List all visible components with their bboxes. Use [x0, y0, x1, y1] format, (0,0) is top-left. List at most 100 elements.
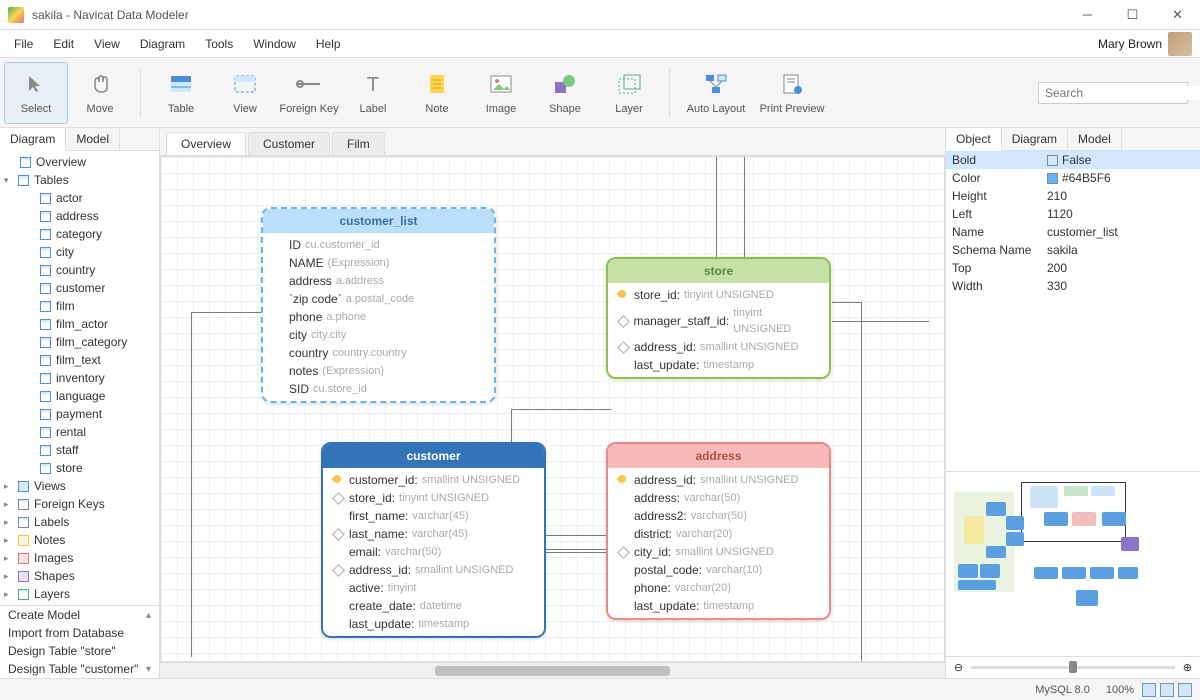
- column-row[interactable]: last_update:timestamp: [608, 356, 829, 374]
- entity-address[interactable]: address address_id:smallint UNSIGNEDaddr…: [606, 442, 831, 620]
- prop-name[interactable]: Namecustomer_list: [946, 223, 1200, 241]
- canvas-tab-customer[interactable]: Customer: [248, 132, 330, 155]
- action-import-db[interactable]: Import from Database: [0, 624, 159, 642]
- column-row[interactable]: NAME(Expression): [263, 254, 494, 272]
- column-row[interactable]: notes(Expression): [263, 362, 494, 380]
- action-design-store[interactable]: Design Table "store": [0, 642, 159, 660]
- prop-color[interactable]: Color#64B5F6: [946, 169, 1200, 187]
- tree-group-shapes[interactable]: ▸Shapes: [0, 567, 159, 585]
- tree-table-language[interactable]: language: [0, 387, 159, 405]
- prop-width[interactable]: Width330: [946, 277, 1200, 295]
- column-row[interactable]: phone:varchar(20): [608, 579, 829, 597]
- tool-shape[interactable]: Shape: [533, 62, 597, 124]
- layout-icon-1[interactable]: [1142, 683, 1156, 697]
- tree-table-address[interactable]: address: [0, 207, 159, 225]
- prop-left[interactable]: Left1120: [946, 205, 1200, 223]
- color-swatch[interactable]: [1047, 173, 1058, 184]
- canvas[interactable]: customer_list IDcu.customer_idNAME(Expre…: [160, 156, 945, 662]
- tree-table-actor[interactable]: actor: [0, 189, 159, 207]
- tool-fk[interactable]: Foreign Key: [277, 62, 341, 124]
- right-tab-diagram[interactable]: Diagram: [1002, 128, 1068, 150]
- column-row[interactable]: store_id:tinyint UNSIGNED: [323, 489, 544, 507]
- left-tab-model[interactable]: Model: [66, 128, 120, 150]
- column-row[interactable]: IDcu.customer_id: [263, 236, 494, 254]
- tree[interactable]: Overview ▾Tables actoraddresscategorycit…: [0, 151, 159, 605]
- canvas-tab-film[interactable]: Film: [332, 132, 385, 155]
- tree-tables[interactable]: ▾Tables: [0, 171, 159, 189]
- prop-bold[interactable]: BoldFalse: [946, 151, 1200, 169]
- right-tab-model[interactable]: Model: [1068, 128, 1122, 150]
- column-row[interactable]: city_id:smallint UNSIGNED: [608, 543, 829, 561]
- tree-group-images[interactable]: ▸Images: [0, 549, 159, 567]
- close-button[interactable]: ✕: [1155, 0, 1200, 30]
- column-row[interactable]: postal_code:varchar(10): [608, 561, 829, 579]
- entity-customer-list[interactable]: customer_list IDcu.customer_idNAME(Expre…: [261, 207, 496, 403]
- menu-edit[interactable]: Edit: [43, 33, 84, 55]
- menu-diagram[interactable]: Diagram: [130, 33, 195, 55]
- menu-help[interactable]: Help: [306, 33, 351, 55]
- column-row[interactable]: district:varchar(20): [608, 525, 829, 543]
- tree-overview[interactable]: Overview: [0, 153, 159, 171]
- tool-select[interactable]: Select: [4, 62, 68, 124]
- column-row[interactable]: last_update:timestamp: [608, 597, 829, 615]
- column-row[interactable]: phonea.phone: [263, 308, 494, 326]
- tool-move[interactable]: Move: [68, 62, 132, 124]
- tree-table-city[interactable]: city: [0, 243, 159, 261]
- tree-group-layers[interactable]: ▸Layers: [0, 585, 159, 603]
- column-row[interactable]: address2:varchar(50): [608, 507, 829, 525]
- column-row[interactable]: citycity.city: [263, 326, 494, 344]
- avatar[interactable]: [1168, 32, 1192, 56]
- tree-table-category[interactable]: category: [0, 225, 159, 243]
- user-name[interactable]: Mary Brown: [1098, 37, 1168, 51]
- tree-group-views[interactable]: ▸Views: [0, 477, 159, 495]
- column-row[interactable]: SIDcu.store_id: [263, 380, 494, 398]
- column-row[interactable]: address_id:smallint UNSIGNED: [608, 338, 829, 356]
- tree-table-store[interactable]: store: [0, 459, 159, 477]
- action-design-customer[interactable]: Design Table "customer"▾: [0, 660, 159, 678]
- prop-schema-name[interactable]: Schema Namesakila: [946, 241, 1200, 259]
- minimap[interactable]: [946, 471, 1200, 656]
- tree-table-film_category[interactable]: film_category: [0, 333, 159, 351]
- search-input[interactable]: [1045, 86, 1200, 100]
- zoom-out-icon[interactable]: ⊖: [954, 661, 963, 674]
- menu-file[interactable]: File: [4, 33, 43, 55]
- tool-autolayout[interactable]: Auto Layout: [678, 62, 754, 124]
- menu-window[interactable]: Window: [243, 33, 306, 55]
- right-tab-object[interactable]: Object: [946, 128, 1002, 151]
- zoom-control[interactable]: ⊖ ⊕: [946, 656, 1200, 678]
- zoom-in-icon[interactable]: ⊕: [1183, 661, 1192, 674]
- column-row[interactable]: countrycountry.country: [263, 344, 494, 362]
- action-create-model[interactable]: Create Model▴: [0, 606, 159, 624]
- column-row[interactable]: last_name:varchar(45): [323, 525, 544, 543]
- entity-customer[interactable]: customer customer_id:smallint UNSIGNEDst…: [321, 442, 546, 638]
- tree-group-labels[interactable]: ▸Labels: [0, 513, 159, 531]
- horizontal-scrollbar[interactable]: [160, 662, 945, 678]
- toolbar-search[interactable]: 🔍: [1038, 82, 1188, 104]
- left-tab-diagram[interactable]: Diagram: [0, 128, 66, 151]
- checkbox-icon[interactable]: [1047, 155, 1058, 166]
- column-row[interactable]: create_date:datetime: [323, 597, 544, 615]
- tool-image[interactable]: Image: [469, 62, 533, 124]
- menu-view[interactable]: View: [84, 33, 130, 55]
- maximize-button[interactable]: ☐: [1110, 0, 1155, 30]
- tool-note[interactable]: Note: [405, 62, 469, 124]
- canvas-tab-overview[interactable]: Overview: [166, 132, 246, 155]
- layout-icon-2[interactable]: [1160, 683, 1174, 697]
- column-row[interactable]: customer_id:smallint UNSIGNED: [323, 471, 544, 489]
- tree-table-rental[interactable]: rental: [0, 423, 159, 441]
- tree-table-film[interactable]: film: [0, 297, 159, 315]
- prop-height[interactable]: Height210: [946, 187, 1200, 205]
- tree-table-country[interactable]: country: [0, 261, 159, 279]
- tool-layer[interactable]: Layer: [597, 62, 661, 124]
- column-row[interactable]: address_id:smallint UNSIGNED: [323, 561, 544, 579]
- column-row[interactable]: address:varchar(50): [608, 489, 829, 507]
- column-row[interactable]: first_name:varchar(45): [323, 507, 544, 525]
- entity-store[interactable]: store store_id:tinyint UNSIGNEDmanager_s…: [606, 257, 831, 379]
- layout-icon-3[interactable]: [1178, 683, 1192, 697]
- tree-table-film_actor[interactable]: film_actor: [0, 315, 159, 333]
- tree-table-customer[interactable]: customer: [0, 279, 159, 297]
- tool-view[interactable]: View: [213, 62, 277, 124]
- column-row[interactable]: email:varchar(50): [323, 543, 544, 561]
- column-row[interactable]: active:tinyint: [323, 579, 544, 597]
- minimize-button[interactable]: ─: [1065, 0, 1110, 30]
